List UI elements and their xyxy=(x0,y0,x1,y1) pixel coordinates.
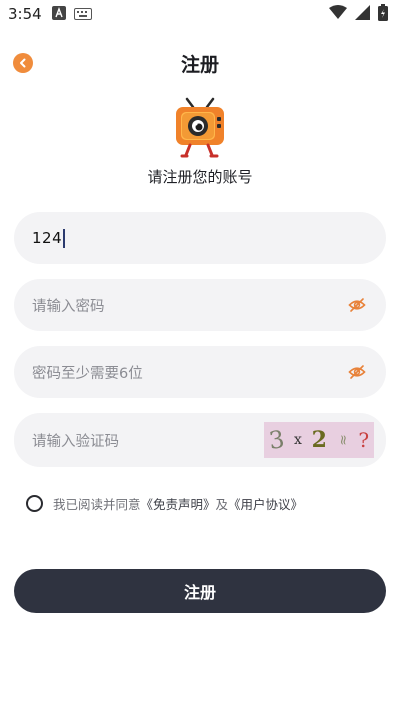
captcha-char: 2 xyxy=(311,427,327,453)
register-subtitle: 请注册您的账号 xyxy=(147,168,253,186)
signal-icon xyxy=(355,4,370,24)
wifi-icon xyxy=(329,4,347,24)
password-field[interactable]: 请输入密码 xyxy=(14,279,386,331)
password-placeholder: 请输入密码 xyxy=(32,298,105,315)
captcha-field[interactable]: 请输入验证码 3 x 2 ≈ ? xyxy=(14,413,386,467)
page-title: 注册 xyxy=(180,54,219,76)
status-bar: 3:54 xyxy=(0,0,400,28)
tv-mascot-logo xyxy=(172,97,228,159)
eye-hidden-icon[interactable] xyxy=(348,296,366,314)
username-field[interactable]: 124 xyxy=(14,212,386,264)
confirm-password-placeholder: 密码至少需要6位 xyxy=(32,365,143,382)
text-caret xyxy=(63,228,66,248)
agreement-row: 我已阅读并同意 《免责声明》 及 《用户协议》 xyxy=(26,494,303,513)
captcha-char: ? xyxy=(358,428,370,452)
captcha-char: 3 xyxy=(267,425,287,455)
captcha-image[interactable]: 3 x 2 ≈ ? xyxy=(264,422,374,458)
terms-link[interactable]: 《用户协议》 xyxy=(228,494,303,513)
agreement-prefix: 我已阅读并同意 xyxy=(53,497,141,512)
agree-radio[interactable] xyxy=(26,495,43,512)
header: 注册 xyxy=(0,44,400,80)
username-value: 124 xyxy=(32,229,63,247)
register-button[interactable]: 注册 xyxy=(14,569,386,613)
notification-a-icon xyxy=(51,5,66,24)
confirm-password-field[interactable]: 密码至少需要6位 xyxy=(14,346,386,398)
disclaimer-link[interactable]: 《免责声明》 xyxy=(141,494,216,513)
eye-hidden-icon[interactable] xyxy=(348,363,366,381)
captcha-placeholder: 请输入验证码 xyxy=(32,433,119,450)
agreement-joiner: 及 xyxy=(215,497,229,512)
keyboard-icon xyxy=(73,5,92,24)
captcha-char: x xyxy=(293,432,302,448)
captcha-char: ≈ xyxy=(334,434,351,446)
status-time: 3:54 xyxy=(8,5,42,23)
battery-icon xyxy=(378,3,388,25)
